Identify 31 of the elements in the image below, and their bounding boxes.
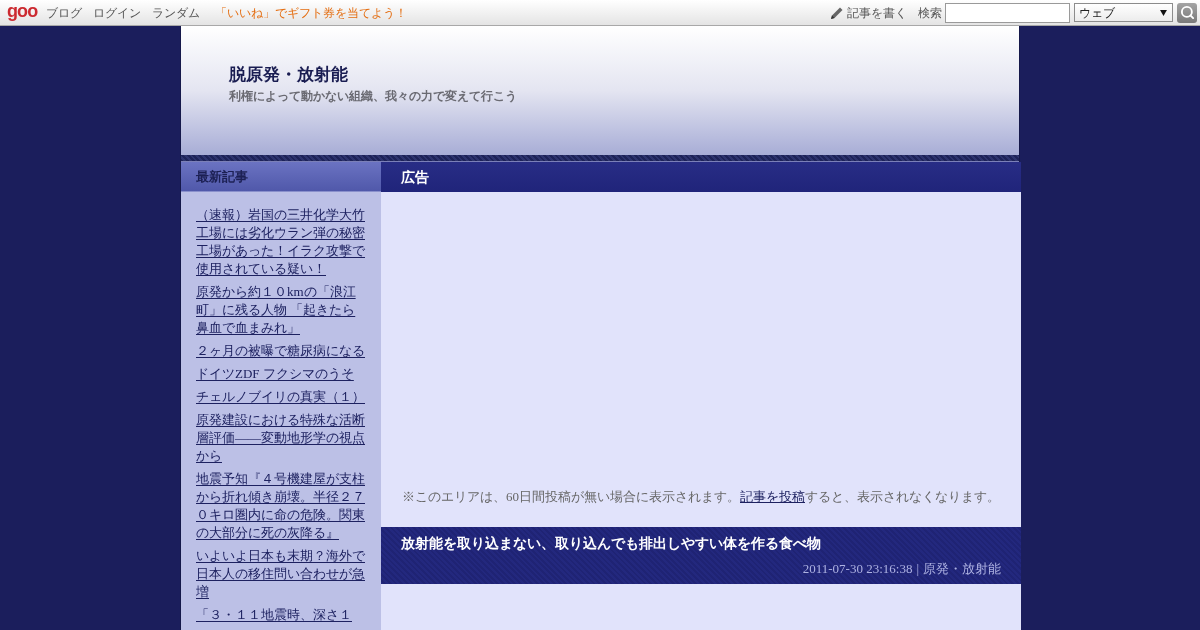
recent-article-link[interactable]: ２ヶ月の被曝で糖尿病になる (196, 342, 366, 360)
search-button[interactable] (1177, 2, 1197, 23)
recent-article-link[interactable]: （速報）岩国の三井化学大竹工場には劣化ウラン弾の秘密工場があった！イラク攻撃で使用されている疑い！ (196, 206, 366, 278)
recent-article-link[interactable]: 「３・１１地震時、深さ１ (196, 606, 366, 624)
ad-heading: 広告 (381, 162, 1021, 192)
post-article-link[interactable]: 記事を投稿 (740, 489, 805, 504)
nav-link[interactable]: ログイン (93, 3, 142, 22)
recent-article-link[interactable]: 地震予知『４号機建屋が支柱から折れ傾き崩壊。半径２７０キロ圏内に命の危険。関東の大部分に死の灰降る』 (196, 470, 366, 542)
meta-separator: | (916, 560, 919, 578)
search-scope-select[interactable]: ウェブ (1074, 3, 1173, 22)
pencil-icon (830, 5, 844, 20)
sidebar-heading: 最新記事 (181, 162, 381, 192)
caret-icon (1160, 9, 1167, 16)
write-article-link[interactable]: 記事を書く (847, 3, 907, 22)
blog-title[interactable]: 脱原発・放射能 (229, 64, 348, 86)
search-field[interactable] (945, 2, 1070, 23)
article-date: 2011-07-30 23:16:38 (802, 560, 913, 578)
recent-article-link[interactable]: 原発から約１０kmの「浪江町」に残る人物 「起きたら鼻血で血まみれ」 (196, 283, 366, 337)
nav-link[interactable]: ブログ (46, 3, 83, 22)
recent-article-link[interactable]: 原発建設における特殊な活断層評価――変動地形学の視点から (196, 411, 366, 465)
site-logo[interactable]: goo (7, 2, 38, 20)
nav-link[interactable]: ランダム (152, 3, 201, 22)
search-label: 検索 (918, 4, 942, 22)
search-icon (1179, 5, 1195, 20)
ad-notice: ※このエリアは、60日間投稿が無い場合に表示されます。記事を投稿すると、表示されなくなります。 (402, 488, 1000, 506)
recent-article-link[interactable]: チェルノブイリの真実（１） (196, 388, 366, 406)
category-link[interactable]: 原発・放射能 (923, 560, 1001, 578)
recent-article-link[interactable]: いよいよ日本も末期？海外で日本人の移住問い合わせが急増 (196, 547, 366, 601)
blog-tagline: 利権によって動かない組織、我々の力で変えて行こう (229, 88, 517, 105)
recent-article-link[interactable]: ドイツZDF フクシマのうそ (196, 365, 366, 383)
article-title[interactable]: 放射能を取り込まない、取り込んでも排出しやすい体を作る食べ物 (401, 534, 821, 552)
